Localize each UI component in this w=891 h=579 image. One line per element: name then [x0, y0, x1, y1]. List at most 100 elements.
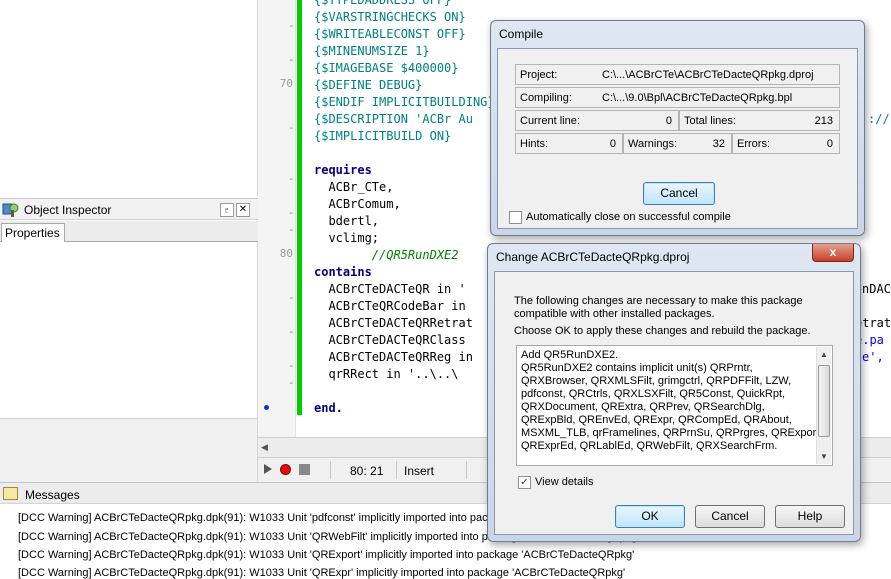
- code-line: {$IMAGEBASE $400000}: [314, 61, 459, 75]
- gutter-mark: -: [288, 291, 295, 304]
- status-divider: [396, 461, 397, 479]
- code-line: {$DESCRIPTION 'ACBr Au: [314, 112, 473, 126]
- help-button[interactable]: Help: [775, 505, 845, 528]
- gutter-mark: -: [288, 53, 295, 66]
- line-number: 80: [279, 247, 293, 260]
- tab-properties[interactable]: Properties: [1, 223, 65, 243]
- total-lines-cell: Total lines: 213: [679, 110, 840, 131]
- object-inspector-footer: [0, 418, 258, 482]
- errors-value: 0: [826, 138, 833, 150]
- code-line: vclimg;: [314, 231, 380, 245]
- code-line: ACBrComum,: [314, 197, 401, 211]
- hints-cell: Hints: 0: [515, 133, 623, 154]
- insert-mode: Insert: [404, 464, 435, 478]
- hints-label: Hints:: [520, 138, 549, 150]
- compile-dialog-body: Project: C:\...\ACBrCTe\ACBrCTeDacteQRpk…: [497, 48, 858, 229]
- code-line-overflow: ://: [868, 112, 890, 126]
- total-lines-value: 213: [814, 115, 833, 127]
- code-line: ACBr_CTe,: [314, 180, 394, 194]
- scroll-thumb[interactable]: [818, 365, 830, 437]
- breakpoint-dot[interactable]: [264, 405, 269, 410]
- code-line: end.: [314, 401, 343, 415]
- errors-label: Errors:: [737, 138, 770, 150]
- scroll-up-icon[interactable]: ▲: [820, 350, 828, 359]
- code-line: ACBrCTeDACTeQR in ': [314, 282, 466, 296]
- line-number: 70: [279, 77, 293, 90]
- details-scrollbar[interactable]: ▲ ▼: [816, 347, 831, 464]
- compiling-value: C:\...\9.0\Bpl\ACBrCTeDacteQRpkg.bpl: [602, 92, 793, 104]
- current-line-label: Current line:: [520, 115, 580, 127]
- change-package-dialog: Change ACBrCTeDacteQRpkg.dproj x The fol…: [487, 243, 861, 542]
- code-line: bdertl,: [314, 214, 380, 228]
- code-line: ACBrCTeDACTeQRReg in: [314, 350, 473, 364]
- gutter-mark: -: [288, 19, 295, 32]
- current-line-value: 0: [665, 115, 672, 127]
- record-macro-icon[interactable]: [280, 464, 291, 475]
- gutter-mark: -: [288, 223, 295, 236]
- object-inspector-icon: [2, 203, 19, 217]
- project-value: C:\...\ACBrCTe\ACBrCTeDacteQRpkg.dproj: [602, 69, 814, 81]
- compiling-row: Compiling: C:\...\9.0\Bpl\ACBrCTeDacteQR…: [515, 87, 840, 108]
- gutter-mark: -: [288, 121, 295, 134]
- messages-title: Messages: [25, 488, 80, 502]
- close-icon[interactable]: ✕: [236, 203, 250, 217]
- hints-value: 0: [609, 138, 616, 150]
- scroll-left-icon[interactable]: ◀: [261, 442, 268, 453]
- cursor-position: 80: 21: [350, 464, 384, 478]
- auto-close-checkbox[interactable]: [509, 211, 522, 224]
- change-dialog-body: The following changes are necessary to m…: [494, 271, 854, 535]
- warnings-label: Warnings:: [628, 138, 678, 150]
- code-line-overflow: e',: [862, 350, 884, 364]
- project-label: Project:: [520, 69, 558, 81]
- code-line-overflow: nDAC: [862, 282, 891, 296]
- object-inspector-body: [0, 242, 258, 418]
- gutter-mark: -: [288, 325, 295, 338]
- object-inspector-tabs: Properties: [0, 221, 258, 243]
- messages-icon: [3, 487, 18, 500]
- code-line: {$TYPEDADDRESS OFF}: [314, 0, 452, 7]
- code-line: qrRRect in '..\..\: [314, 367, 459, 381]
- change-details-box[interactable]: Add QR5RunDXE2. QR5RunDXE2 contains impl…: [516, 345, 833, 466]
- close-icon[interactable]: x: [812, 244, 854, 262]
- compile-dialog: Compile Project: C:\...\ACBrCTe\ACBrCTeD…: [490, 20, 865, 236]
- auto-close-label: Automatically close on successful compil…: [526, 211, 731, 223]
- code-line: {$ENDIF IMPLICITBUILDING}: [314, 95, 495, 109]
- total-lines-label: Total lines:: [684, 115, 736, 127]
- view-details-checkbox[interactable]: ✓: [518, 476, 531, 489]
- project-row: Project: C:\...\ACBrCTe\ACBrCTeDacteQRpk…: [515, 64, 840, 85]
- ok-button[interactable]: OK: [615, 505, 685, 528]
- change-dialog-title: Change ACBrCTeDacteQRpkg.dproj: [496, 250, 690, 264]
- code-line: {$WRITEABLECONST OFF}: [314, 27, 466, 41]
- compiling-label: Compiling:: [520, 92, 572, 104]
- play-macro-icon[interactable]: [264, 464, 272, 474]
- gutter-mark: -: [288, 359, 295, 372]
- object-inspector-title: Object Inspector: [24, 203, 112, 217]
- status-divider: [466, 461, 467, 479]
- message-item[interactable]: [DCC Warning] ACBrCTeDacteQRpkg.dpk(91):…: [18, 549, 634, 561]
- message-item[interactable]: [DCC Warning] ACBrCTeDacteQRpkg.dpk(91):…: [18, 567, 625, 579]
- cancel-button[interactable]: Cancel: [695, 505, 765, 528]
- code-line: {$VARSTRINGCHECKS ON}: [314, 10, 466, 24]
- pin-icon[interactable]: ♇: [220, 203, 234, 217]
- change-instruction: Choose OK to apply these changes and reb…: [514, 325, 811, 337]
- object-inspector-titlebar[interactable]: Object Inspector ♇ ✕: [0, 198, 258, 220]
- code-line: ACBrCTeDACTeQRRetrat: [314, 316, 473, 330]
- gutter-mark: -: [288, 206, 295, 219]
- compile-cancel-button[interactable]: Cancel: [643, 182, 715, 205]
- scroll-down-icon[interactable]: ▼: [820, 452, 828, 461]
- gutter-mark: -: [288, 172, 295, 185]
- change-details-text: Add QR5RunDXE2. QR5RunDXE2 contains impl…: [521, 349, 823, 452]
- gutter-mark: -: [288, 376, 295, 389]
- compile-dialog-title: Compile: [499, 27, 544, 41]
- warnings-value: 32: [712, 138, 725, 150]
- warnings-cell: Warnings: 32: [623, 133, 732, 154]
- errors-cell: Errors: 0: [732, 133, 840, 154]
- code-line: //QR5RunDXE2: [314, 248, 459, 262]
- view-details-label: View details: [535, 476, 594, 488]
- code-line: contains: [314, 265, 372, 279]
- code-line: {$IMPLICITBUILD ON}: [314, 129, 452, 143]
- current-line-cell: Current line: 0: [515, 110, 679, 131]
- change-message: The following changes are necessary to m…: [514, 295, 803, 320]
- stop-macro-icon[interactable]: [299, 464, 310, 475]
- left-empty-panel: [0, 0, 258, 196]
